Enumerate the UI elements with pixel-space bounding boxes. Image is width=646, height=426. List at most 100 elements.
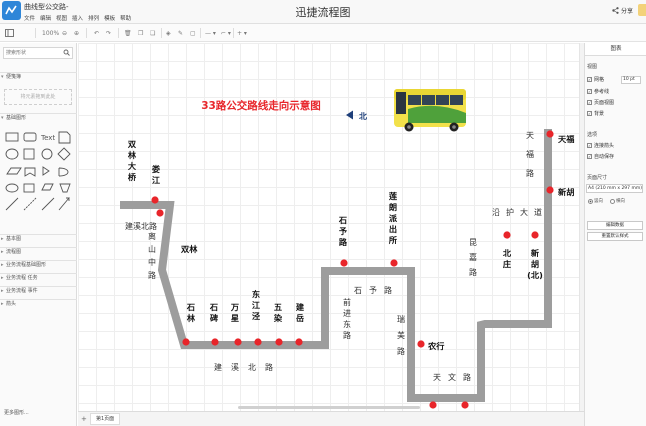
stop-dot[interactable] <box>275 338 283 346</box>
route-line[interactable] <box>120 129 552 402</box>
fill-icon[interactable]: ◈ <box>166 28 171 38</box>
connection-arrows-checkbox[interactable]: 连接箭头 <box>587 142 614 149</box>
waypoint-icon[interactable]: ⌐ ▾ <box>221 28 231 38</box>
paper-size-select[interactable]: A4 (210 mm x 297 mm) <box>586 184 643 193</box>
diagram-title[interactable]: 33路公交路线走向示意图 <box>201 99 321 112</box>
app-window: 曲线型公交路- 文件 编辑 视图 插入 排列 模板 帮助 迅捷流程图 分享 10… <box>0 0 646 426</box>
stop-dot[interactable] <box>234 338 242 346</box>
station-label[interactable]: 东江泾 <box>252 289 261 321</box>
bus-route-diagram: 33路公交路线走向示意图 北 双林大桥娄江双林石林石碑万星东江泾五染建岳石予路莲… <box>120 89 574 409</box>
stop-dot[interactable] <box>211 338 219 346</box>
horizontal-scrollbar[interactable] <box>238 406 420 409</box>
station-label[interactable]: 农行 <box>427 341 444 351</box>
station-label[interactable]: 石林 <box>186 302 196 323</box>
stop-dot[interactable] <box>531 231 539 239</box>
stop-dot[interactable] <box>546 186 554 194</box>
stop-dot[interactable] <box>503 231 511 239</box>
connector-icon[interactable]: — ▾ <box>205 28 216 38</box>
station-label[interactable]: 建岳 <box>296 302 305 323</box>
shape-search-box <box>3 47 73 59</box>
stop-dot[interactable] <box>151 196 159 204</box>
view-section-title: 视图 <box>587 64 598 70</box>
station-label[interactable]: 娄江 <box>152 164 161 185</box>
section-bpmn-events[interactable]: 业务流程 事件 <box>0 286 77 296</box>
shadow-icon[interactable]: ▢ <box>190 28 196 38</box>
station-label[interactable]: 新胡 <box>558 187 574 197</box>
to-front-icon[interactable]: ❐ <box>138 28 143 38</box>
menu-file[interactable]: 文件 <box>24 14 35 22</box>
stop-dot[interactable] <box>156 209 164 217</box>
stop-dot[interactable] <box>254 338 262 346</box>
bus-image[interactable] <box>394 89 466 132</box>
grid-checkbox[interactable]: 网格 <box>587 76 604 83</box>
search-icon[interactable] <box>63 49 70 56</box>
section-flowchart[interactable]: 流程图 <box>0 247 77 257</box>
autosave-checkbox[interactable]: 自动保存 <box>587 153 614 160</box>
section-scratchpad[interactable]: 便笺簿 <box>0 72 77 82</box>
add-page-button[interactable]: + <box>81 415 87 423</box>
portrait-radio[interactable]: 竖向 <box>588 198 603 204</box>
menu-insert[interactable]: 插入 <box>72 14 83 22</box>
grid-size-input[interactable]: 10 pt <box>621 76 641 84</box>
station-label[interactable]: 莲朗派出所 <box>389 191 398 245</box>
section-basic-shapes[interactable]: 基础图形 <box>0 113 77 123</box>
stop-dot[interactable] <box>182 338 190 346</box>
line-color-icon[interactable]: ✎ <box>178 28 183 38</box>
stop-dot[interactable] <box>461 401 469 409</box>
stop-dot[interactable] <box>390 259 398 267</box>
menu-arrange[interactable]: 排列 <box>88 14 99 22</box>
station-label[interactable]: 石碑 <box>209 302 219 323</box>
menu-edit[interactable]: 编辑 <box>40 14 51 22</box>
page-tab-bar: + 第1页面 <box>78 411 584 426</box>
document-title[interactable]: 曲线型公交路- <box>24 2 69 12</box>
menu-help[interactable]: 帮助 <box>120 14 131 22</box>
insert-icon[interactable]: + ▾ <box>237 28 247 38</box>
section-bpmn-general[interactable]: 业务流程基础图形 <box>0 260 77 270</box>
station-label[interactable]: 新胡(北) <box>527 248 543 280</box>
station-label[interactable]: 天福 <box>558 134 574 144</box>
stop-dot[interactable] <box>417 340 425 348</box>
stop-dot[interactable] <box>295 338 303 346</box>
zoom-out-icon[interactable]: ⊖ <box>62 28 67 38</box>
diagram-canvas[interactable]: 33路公交路线走向示意图 北 双林大桥 娄江 双林 石林 石碑 万星 东江泾 五… <box>78 43 579 411</box>
share-button[interactable]: 分享 <box>612 6 633 15</box>
station-label[interactable]: 五染 <box>273 302 283 323</box>
delete-icon[interactable]: 🗑 <box>124 28 132 38</box>
shape-palette[interactable]: Text <box>3 130 73 222</box>
panel-icon[interactable] <box>5 28 14 38</box>
station-label[interactable]: 双林大桥 <box>128 139 137 182</box>
landscape-radio[interactable]: 横向 <box>610 198 625 204</box>
to-back-icon[interactable]: ❏ <box>150 28 155 38</box>
station-label[interactable]: 石予路 <box>338 215 348 247</box>
scratchpad-drop-area[interactable]: 将元素拖到此处 <box>4 89 72 105</box>
station-label[interactable]: 北庄 <box>503 248 512 269</box>
avatar[interactable] <box>638 4 646 16</box>
stop-dot[interactable] <box>340 259 348 267</box>
station-label[interactable]: 双林 <box>181 244 198 254</box>
menu-template[interactable]: 模板 <box>104 14 115 22</box>
menu-bar: 文件 编辑 视图 插入 排列 模板 帮助 <box>24 14 131 22</box>
tab-diagram[interactable]: 图表 <box>585 43 646 56</box>
undo-icon[interactable]: ↶ <box>94 28 99 38</box>
page-view-checkbox[interactable]: 页面视图 <box>587 99 614 106</box>
reset-style-button[interactable]: 重置默认样式 <box>587 232 643 241</box>
zoom-select[interactable]: 100% <box>42 28 59 38</box>
road-label: 前进东路 <box>343 297 351 340</box>
road-label: 昆嘉路 <box>469 238 477 277</box>
menu-view[interactable]: 视图 <box>56 14 67 22</box>
road-label: 天文路 <box>433 372 471 382</box>
edit-data-button[interactable]: 编辑数据 <box>587 221 643 230</box>
section-bpmn-tasks[interactable]: 业务流程 任务 <box>0 273 77 283</box>
page-tab[interactable]: 第1页面 <box>90 413 121 425</box>
section-basic[interactable]: 基本图 <box>0 234 77 244</box>
stop-dot[interactable] <box>429 401 437 409</box>
guides-checkbox[interactable]: 参考线 <box>587 88 609 95</box>
shape-search-input[interactable] <box>4 48 60 58</box>
more-shapes-link[interactable]: 更多图形... <box>4 409 29 416</box>
zoom-in-icon[interactable]: ⊕ <box>74 28 79 38</box>
stop-dot[interactable] <box>546 130 554 138</box>
background-checkbox[interactable]: 背景 <box>587 110 604 117</box>
section-arrows[interactable]: 箭头 <box>0 299 77 309</box>
station-label[interactable]: 万星 <box>230 302 239 323</box>
redo-icon[interactable]: ↷ <box>106 28 111 38</box>
